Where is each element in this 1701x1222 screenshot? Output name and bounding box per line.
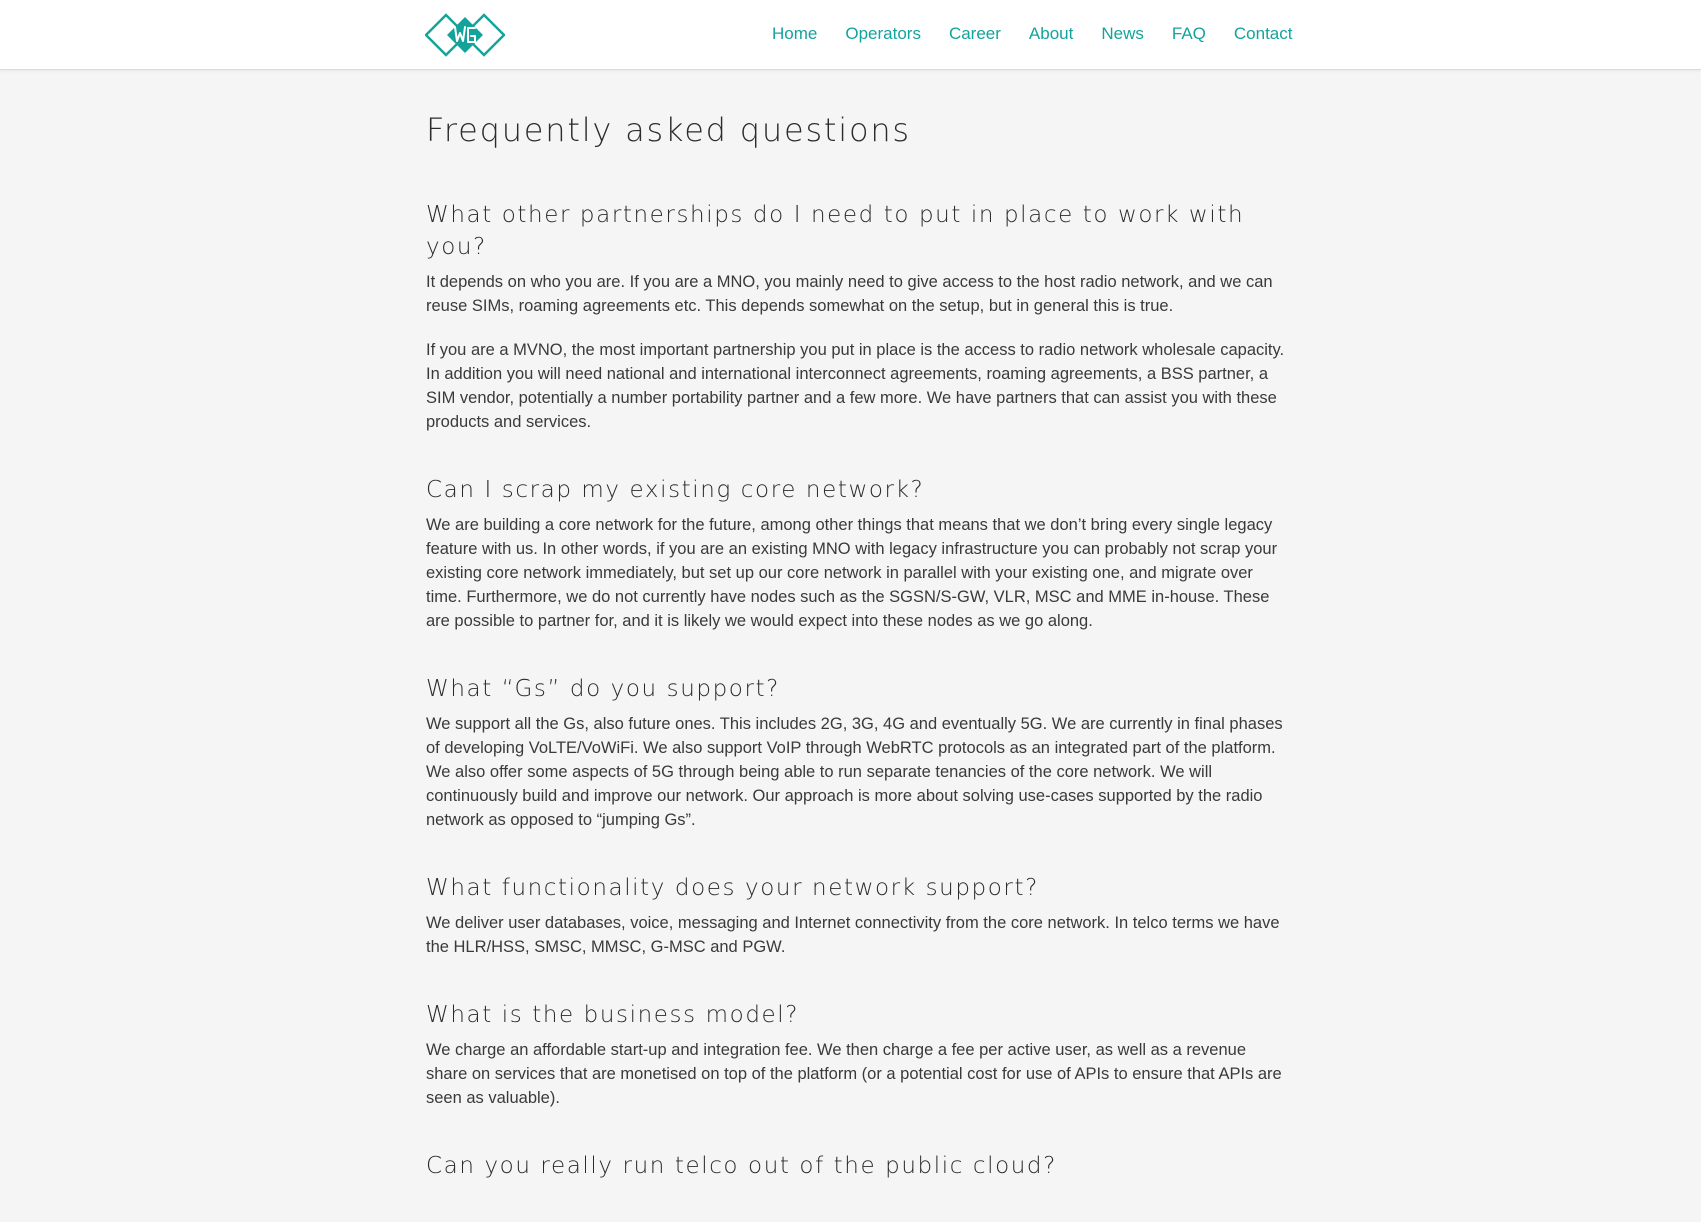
faq-answer-paragraph: We are building a core network for the f…	[426, 516, 1278, 630]
faq-question: What other partnerships do I need to put…	[426, 202, 1245, 260]
nav-contact[interactable]: Contact	[1234, 24, 1293, 44]
faq-question: Can I scrap my existing core network?	[426, 477, 925, 503]
nav-home[interactable]: Home	[772, 24, 817, 44]
faq-answer: We support all the Gs, also future ones.…	[426, 712, 1290, 832]
faq-question: What “Gs” do you support?	[426, 676, 780, 702]
faq-question: What is the business model?	[426, 1002, 800, 1028]
faq-answer-paragraph: We deliver user databases, voice, messag…	[426, 914, 1280, 956]
diamond-wg-logo-icon	[425, 13, 505, 57]
faq-answer: We deliver user databases, voice, messag…	[426, 911, 1290, 959]
faq-answer-paragraph: We charge an affordable start-up and int…	[426, 1041, 1282, 1107]
faq-content: Frequently asked questions What other pa…	[426, 108, 1290, 1222]
page-title: Frequently asked questions	[426, 111, 911, 149]
faq-item: Can you really run telco out of the publ…	[426, 1150, 1290, 1182]
faq-question: Can you really run telco out of the publ…	[426, 1153, 1057, 1179]
main-nav: Home Operators Career About News FAQ Con…	[772, 24, 1292, 44]
faq-answer: It depends on who you are. If you are a …	[426, 270, 1290, 434]
faq-answer: We are building a core network for the f…	[426, 513, 1290, 633]
faq-item: What “Gs” do you support? We support all…	[426, 673, 1290, 832]
nav-about[interactable]: About	[1029, 24, 1073, 44]
nav-career[interactable]: Career	[949, 24, 1001, 44]
faq-answer-paragraph: If you are a MVNO, the most important pa…	[426, 341, 1285, 431]
faq-item: What other partnerships do I need to put…	[426, 199, 1290, 434]
faq-question: What functionality does your network sup…	[426, 875, 1039, 901]
site-header: Home Operators Career About News FAQ Con…	[0, 0, 1701, 70]
faq-item: What is the business model? We charge an…	[426, 999, 1290, 1110]
nav-operators[interactable]: Operators	[845, 24, 921, 44]
faq-item: Can I scrap my existing core network? We…	[426, 474, 1290, 633]
nav-news[interactable]: News	[1101, 24, 1144, 44]
faq-answer: We charge an affordable start-up and int…	[426, 1038, 1290, 1110]
nav-faq[interactable]: FAQ	[1172, 24, 1206, 44]
faq-answer-paragraph: It depends on who you are. If you are a …	[426, 273, 1273, 315]
faq-item: What functionality does your network sup…	[426, 872, 1290, 959]
faq-answer-paragraph: We support all the Gs, also future ones.…	[426, 715, 1283, 829]
